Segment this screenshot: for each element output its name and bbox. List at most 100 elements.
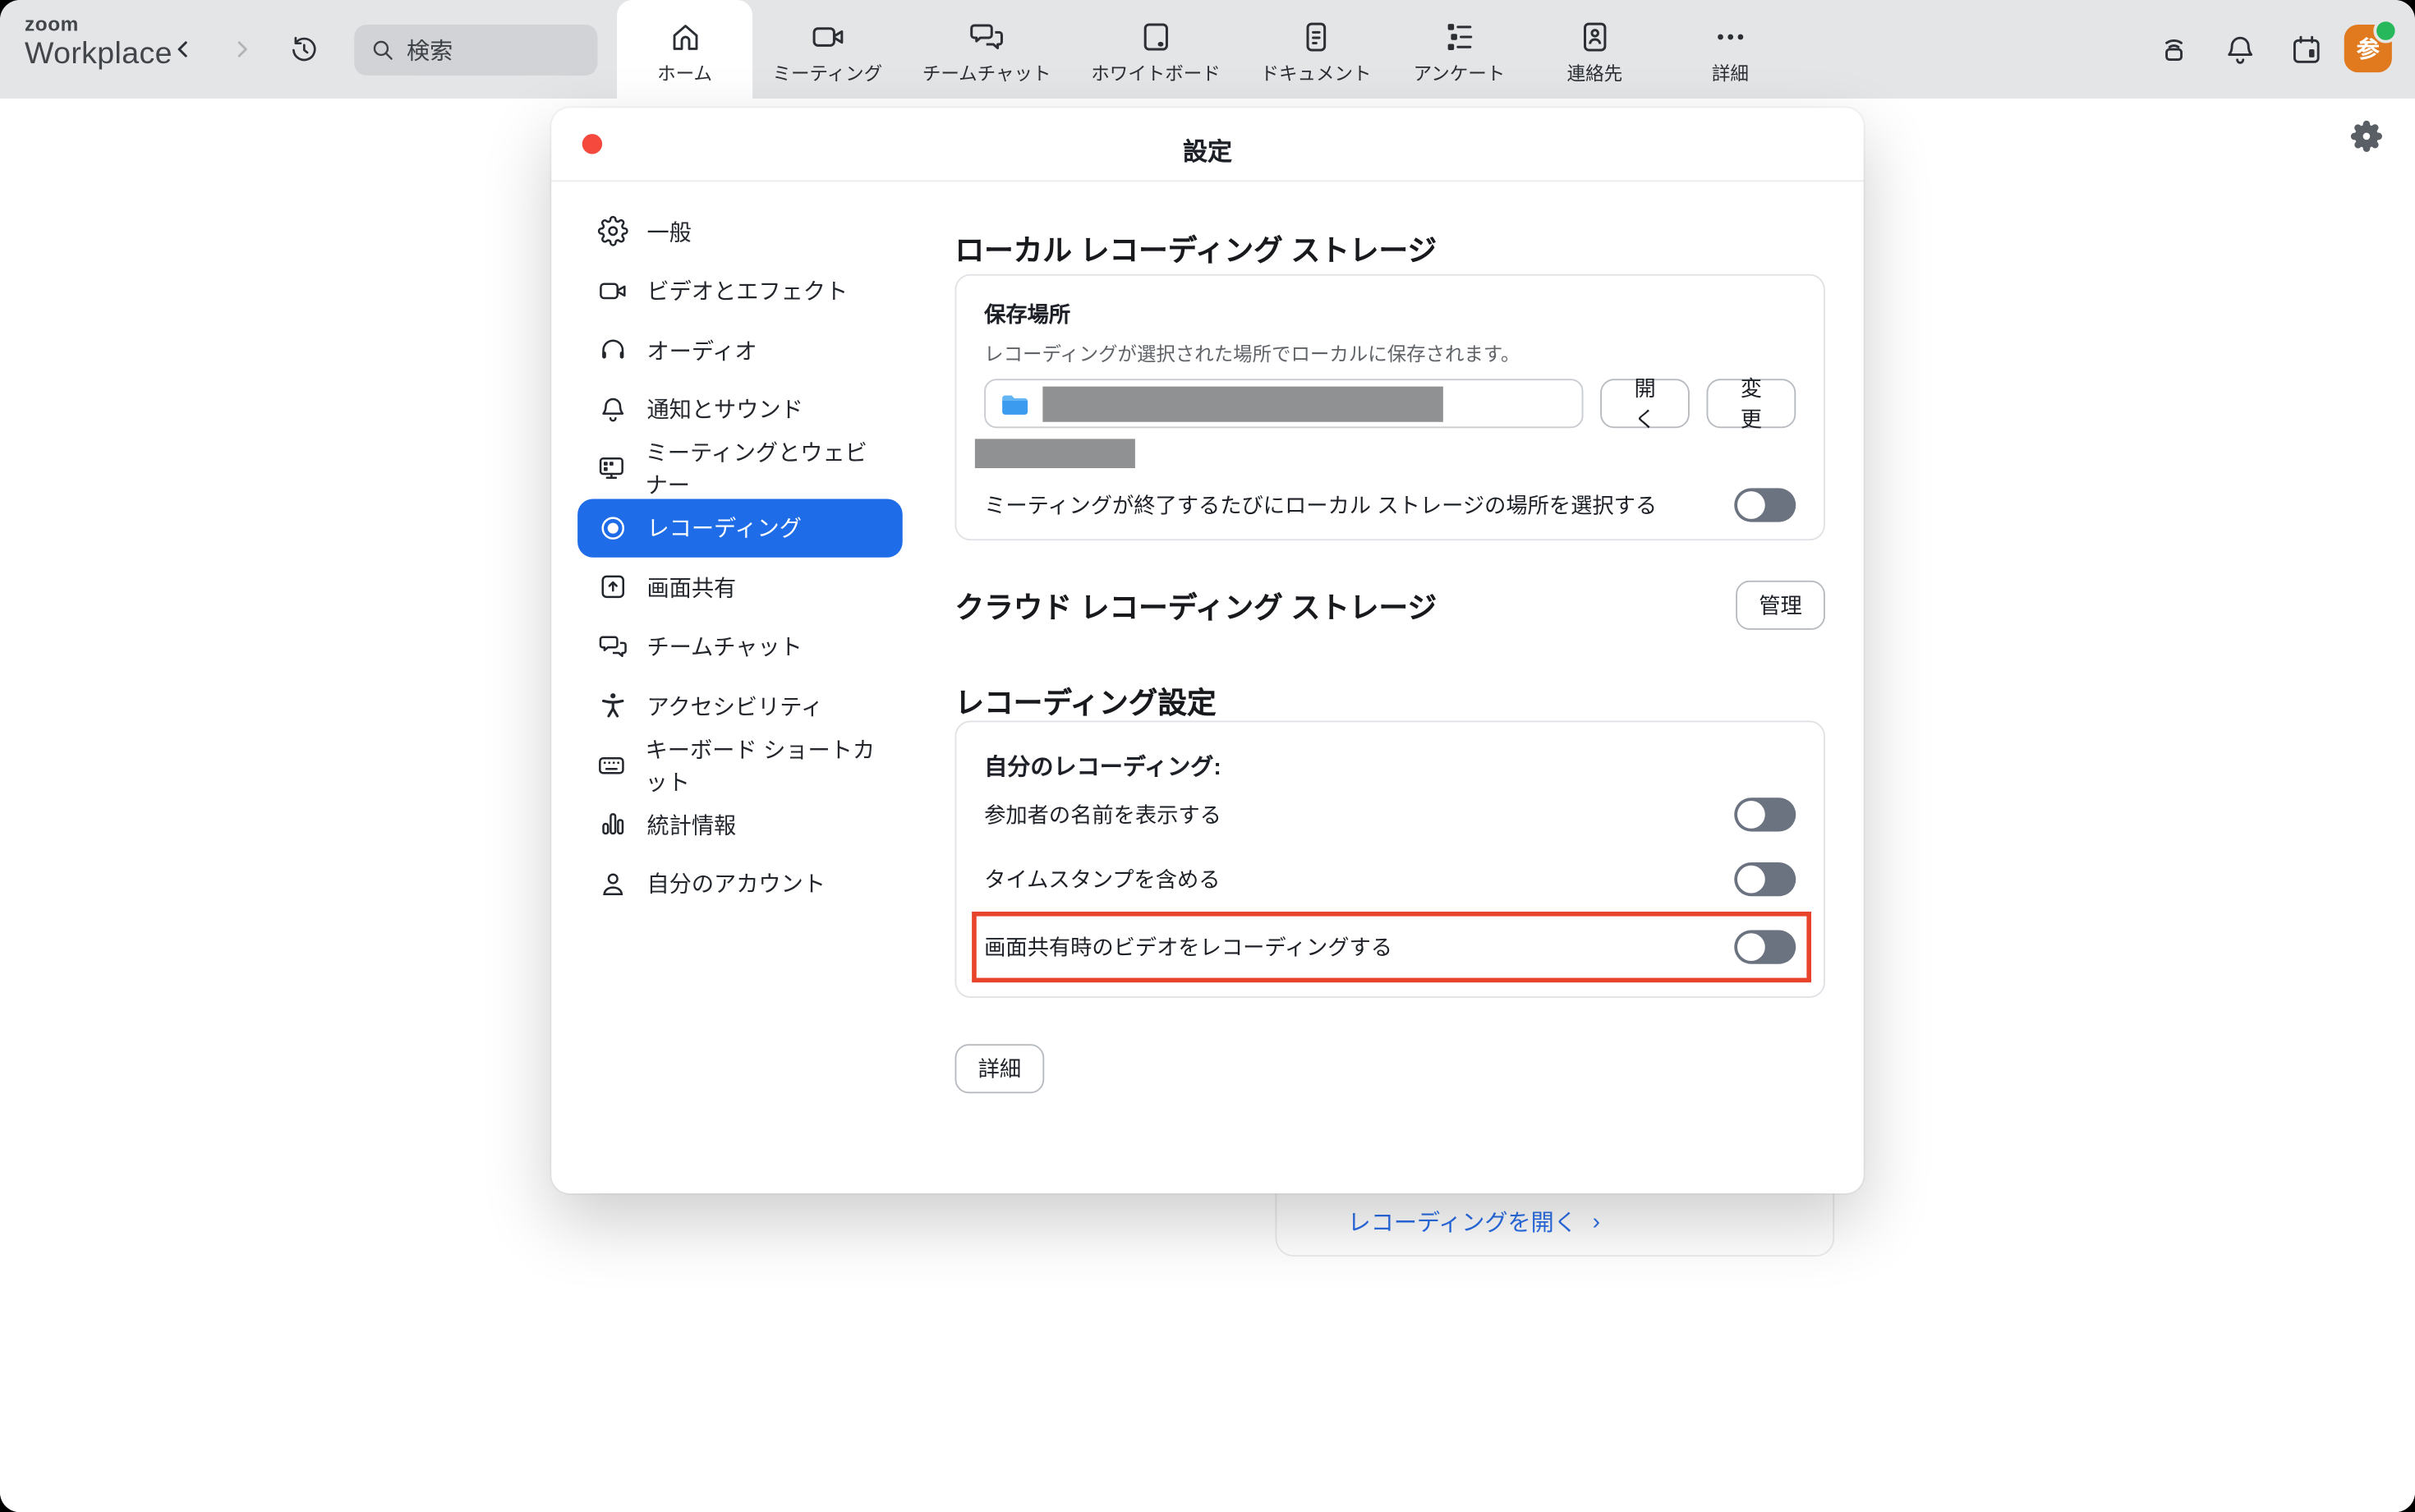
page-settings-gear-button[interactable] bbox=[2350, 120, 2382, 152]
connect-device-icon bbox=[2155, 31, 2191, 67]
sidebar-item-video-effects[interactable]: ビデオとエフェクト bbox=[577, 261, 903, 320]
sidebar-item-label: 画面共有 bbox=[647, 571, 737, 603]
details-button[interactable]: 詳細 bbox=[955, 1044, 1045, 1093]
history-button[interactable] bbox=[287, 0, 322, 99]
calendar-button[interactable] bbox=[2286, 30, 2326, 70]
dialog-header: 設定 bbox=[551, 108, 1864, 182]
sidebar-item-label: キーボード ショートカット bbox=[646, 733, 885, 797]
open-recordings-link[interactable]: レコーディングを開く › bbox=[1348, 1206, 1600, 1238]
stats-bars-icon bbox=[596, 808, 628, 840]
top-bar: zoom Workplace 検索 ホーム bbox=[0, 0, 2415, 99]
zoom-workplace-logo: zoom Workplace bbox=[25, 14, 172, 70]
tab-more[interactable]: 詳細 bbox=[1663, 0, 1798, 99]
sidebar-item-accessibility[interactable]: アクセシビリティ bbox=[577, 676, 903, 735]
sidebar-item-team-chat[interactable]: チームチャット bbox=[577, 617, 903, 676]
keyboard-icon bbox=[596, 749, 628, 781]
sidebar-item-audio[interactable]: オーディオ bbox=[577, 320, 903, 379]
tab-surveys[interactable]: アンケート bbox=[1392, 0, 1527, 99]
tab-label: ホーム bbox=[657, 60, 712, 86]
sidebar-item-keyboard-shortcuts[interactable]: キーボード ショートカット bbox=[577, 735, 903, 794]
sidebar-item-label: 統計情報 bbox=[647, 808, 737, 840]
bell-icon bbox=[596, 393, 628, 425]
save-location-path-field[interactable] bbox=[984, 379, 1584, 428]
sidebar-item-notifications[interactable]: 通知とサウンド bbox=[577, 379, 903, 439]
tab-label: 詳細 bbox=[1712, 60, 1749, 86]
change-button[interactable]: 変更 bbox=[1707, 379, 1796, 428]
chat-bubbles-icon bbox=[596, 630, 628, 662]
whiteboard-icon bbox=[1137, 19, 1174, 56]
sidebar-item-label: 通知とサウンド bbox=[647, 393, 803, 425]
save-location-label: 保存場所 bbox=[984, 299, 1796, 330]
online-status-dot bbox=[2373, 19, 2398, 44]
tab-docs[interactable]: ドキュメント bbox=[1240, 0, 1392, 99]
record-icon bbox=[596, 512, 628, 544]
sidebar-item-statistics[interactable]: 統計情報 bbox=[577, 795, 903, 854]
toggle-knob bbox=[1737, 491, 1765, 519]
tab-contacts[interactable]: 連絡先 bbox=[1527, 0, 1663, 99]
folder-icon bbox=[998, 388, 1032, 422]
history-icon bbox=[287, 31, 322, 67]
tab-whiteboard[interactable]: ホワイトボード bbox=[1071, 0, 1240, 99]
search-icon bbox=[370, 37, 396, 63]
tab-label: ホワイトボード bbox=[1091, 60, 1221, 86]
setting-label: 参加者の名前を表示する bbox=[984, 799, 1221, 830]
headphones-icon bbox=[596, 333, 628, 365]
user-avatar[interactable]: 参 bbox=[2344, 25, 2392, 72]
local-storage-heading: ローカル レコーディング ストレージ bbox=[955, 228, 1438, 270]
toggle-knob bbox=[1737, 933, 1765, 961]
main-content-area: レコーディングを開く › 設定 一般 bbox=[0, 99, 2415, 1512]
back-button[interactable] bbox=[163, 30, 204, 70]
setting-row-record-video-during-screenshare: 画面共有時のビデオをレコーディングする bbox=[972, 912, 1811, 982]
calendar-icon bbox=[2288, 31, 2323, 67]
forward-button[interactable] bbox=[222, 30, 262, 70]
connect-device-button[interactable] bbox=[2153, 30, 2193, 70]
tab-home[interactable]: ホーム bbox=[617, 0, 752, 99]
settings-dialog: 設定 一般 ビデオとエフェクト bbox=[551, 108, 1864, 1193]
sidebar-item-label: ミーティングとウェビナー bbox=[646, 436, 885, 501]
tab-label: チームチャット bbox=[922, 60, 1051, 86]
choose-location-toggle[interactable] bbox=[1734, 488, 1796, 522]
video-camera-icon bbox=[596, 274, 628, 306]
open-button[interactable]: 開く bbox=[1600, 379, 1690, 428]
recording-settings-card: 自分のレコーディング: 参加者の名前を表示する タイムスタンプを含める 画面共有… bbox=[955, 721, 1825, 999]
logo-workplace: Workplace bbox=[25, 39, 172, 70]
document-icon bbox=[1298, 19, 1335, 56]
sidebar-item-label: チームチャット bbox=[647, 630, 803, 662]
video-camera-icon bbox=[809, 19, 846, 56]
sidebar-item-recording[interactable]: レコーディング bbox=[577, 499, 903, 558]
notifications-button[interactable] bbox=[2220, 30, 2260, 70]
sidebar-item-meetings-webinars[interactable]: ミーティングとウェビナー bbox=[577, 439, 903, 498]
main-tabs: ホーム ミーティング チームチャット ホワイトボード bbox=[617, 0, 1798, 99]
tab-label: 連絡先 bbox=[1567, 60, 1623, 86]
sidebar-item-label: レコーディング bbox=[647, 512, 802, 544]
search-input[interactable]: 検索 bbox=[354, 25, 597, 76]
include-timestamp-toggle[interactable] bbox=[1734, 862, 1796, 896]
home-icon bbox=[667, 19, 702, 56]
sidebar-item-my-account[interactable]: 自分のアカウント bbox=[577, 854, 903, 913]
sidebar-item-label: 一般 bbox=[647, 215, 692, 247]
toggle-knob bbox=[1737, 866, 1765, 894]
tab-label: ドキュメント bbox=[1261, 60, 1372, 86]
account-person-icon bbox=[596, 867, 628, 899]
sidebar-item-label: オーディオ bbox=[647, 333, 757, 365]
save-location-description: レコーディングが選択された場所でローカルに保存されます。 bbox=[984, 338, 1796, 367]
setting-label: タイムスタンプを含める bbox=[984, 864, 1220, 895]
accessibility-icon bbox=[596, 690, 628, 722]
cloud-storage-heading: クラウド レコーディング ストレージ bbox=[955, 585, 1438, 627]
record-video-during-screenshare-toggle[interactable] bbox=[1734, 931, 1796, 964]
sidebar-item-general[interactable]: 一般 bbox=[577, 202, 903, 261]
chevron-right-icon: › bbox=[1593, 1209, 1600, 1235]
open-recordings-label: レコーディングを開く bbox=[1348, 1206, 1577, 1238]
show-participant-names-toggle[interactable] bbox=[1734, 797, 1796, 831]
sidebar-item-share-screen[interactable]: 画面共有 bbox=[577, 558, 903, 617]
contacts-icon bbox=[1576, 19, 1613, 56]
tab-meetings[interactable]: ミーティング bbox=[752, 0, 902, 99]
notifications-bell-icon bbox=[2222, 31, 2257, 67]
tab-team-chat[interactable]: チームチャット bbox=[902, 0, 1070, 99]
manage-button[interactable]: 管理 bbox=[1736, 581, 1825, 630]
chevron-right-icon bbox=[229, 37, 254, 62]
search-placeholder: 検索 bbox=[407, 34, 453, 66]
setting-label: 画面共有時のビデオをレコーディングする bbox=[984, 931, 1392, 963]
my-recordings-subtitle: 自分のレコーディング: bbox=[984, 750, 1796, 782]
setting-row-include-timestamp: タイムスタンプを含める bbox=[984, 847, 1796, 912]
